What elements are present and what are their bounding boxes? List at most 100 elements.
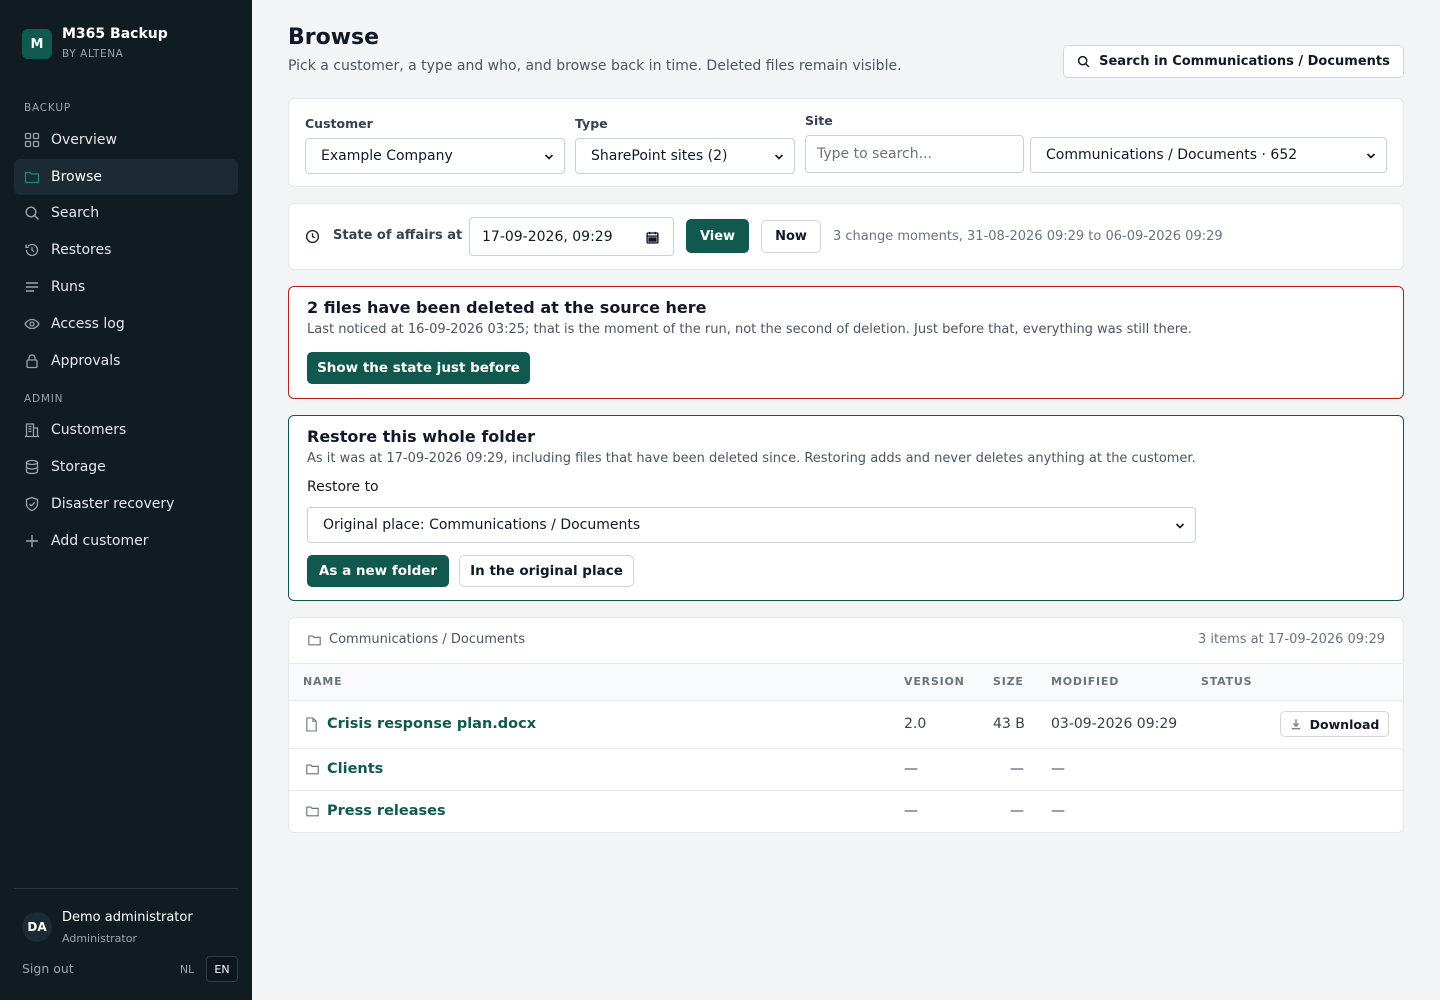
list-icon bbox=[26, 282, 38, 292]
site-value: Communications / Documents · 652 bbox=[1046, 147, 1298, 163]
plus-icon bbox=[26, 535, 38, 547]
sidebar-item-label: Search bbox=[51, 205, 100, 221]
customer-value: Example Company bbox=[321, 148, 453, 164]
file-version: 2.0 bbox=[904, 716, 927, 732]
column-header-version[interactable]: VERSION bbox=[904, 675, 965, 688]
nav-section-admin: ADMIN bbox=[24, 393, 64, 405]
language-nl-button[interactable]: NL bbox=[172, 956, 202, 982]
datetime-input[interactable]: 17-09-2026, 09:29 bbox=[469, 217, 674, 256]
page-subtitle: Pick a customer, a type and who, and bro… bbox=[288, 58, 902, 74]
state-of-affairs-label: State of affairs at bbox=[333, 228, 463, 243]
sidebar-item-add-customer[interactable]: Add customer bbox=[14, 523, 238, 559]
row-divider bbox=[289, 748, 1403, 749]
site-select[interactable]: Communications / Documents · 652 bbox=[1030, 137, 1387, 173]
site-label: Site bbox=[805, 113, 833, 128]
lock-icon bbox=[26, 354, 38, 369]
language-en-button[interactable]: EN bbox=[206, 956, 238, 982]
folder-icon bbox=[306, 764, 319, 775]
user-name: Demo administrator bbox=[62, 910, 193, 925]
sidebar-item-label: Customers bbox=[51, 422, 127, 438]
folder-modified: — bbox=[1051, 803, 1065, 819]
download-label: Download bbox=[1309, 716, 1380, 732]
restore-text: As it was at 17-09-2026 09:29, including… bbox=[307, 451, 1196, 466]
brand-logo: M bbox=[22, 29, 52, 59]
restore-as-new-folder-button[interactable]: As a new folder bbox=[307, 555, 449, 587]
search-icon bbox=[25, 206, 39, 220]
sign-out-link[interactable]: Sign out bbox=[22, 961, 74, 976]
folder-icon bbox=[308, 635, 321, 646]
sidebar-item-runs[interactable]: Runs bbox=[14, 269, 238, 305]
restore-destination-select[interactable]: Original place: Communications / Documen… bbox=[307, 507, 1196, 543]
column-header-name[interactable]: NAME bbox=[303, 675, 342, 688]
row-divider bbox=[289, 790, 1403, 791]
sidebar-item-browse[interactable]: Browse bbox=[14, 159, 238, 195]
sidebar-item-label: Add customer bbox=[51, 533, 149, 549]
search-in-folder-button[interactable]: Search in Communications / Documents bbox=[1063, 45, 1404, 78]
sidebar-item-label: Browse bbox=[51, 169, 102, 185]
column-header-modified[interactable]: MODIFIED bbox=[1051, 675, 1119, 688]
sidebar-item-restores[interactable]: Restores bbox=[14, 232, 238, 268]
database-icon bbox=[25, 459, 39, 475]
items-summary: 3 items at 17-09-2026 09:29 bbox=[1197, 632, 1385, 647]
alert-title: 2 files have been deleted at the source … bbox=[307, 298, 707, 317]
sidebar-item-access-log[interactable]: Access log bbox=[14, 306, 238, 342]
site-search-input[interactable] bbox=[805, 135, 1024, 173]
folder-version: — bbox=[904, 803, 918, 819]
sidebar-item-search[interactable]: Search bbox=[14, 195, 238, 231]
avatar: DA bbox=[22, 912, 52, 942]
type-select[interactable]: SharePoint sites (2) bbox=[575, 138, 795, 174]
type-label: Type bbox=[575, 116, 608, 131]
view-button[interactable]: View bbox=[686, 219, 749, 253]
folder-modified: — bbox=[1051, 761, 1065, 777]
app-subtitle: BY ALTENA bbox=[62, 48, 124, 60]
building-icon bbox=[25, 423, 39, 438]
chevron-down-icon bbox=[1175, 523, 1185, 529]
now-button[interactable]: Now bbox=[761, 220, 821, 253]
restore-to-label: Restore to bbox=[307, 479, 379, 495]
app-title: M365 Backup bbox=[62, 26, 168, 42]
restore-destination-value: Original place: Communications / Documen… bbox=[323, 517, 641, 533]
sidebar: M M365 Backup BY ALTENA BACKUP Overview … bbox=[0, 0, 252, 1000]
file-size: 43 B bbox=[993, 716, 1025, 732]
file-icon bbox=[306, 717, 317, 732]
folder-icon bbox=[24, 171, 40, 184]
sidebar-item-label: Storage bbox=[51, 459, 106, 475]
restore-title: Restore this whole folder bbox=[307, 427, 535, 446]
folder-name-link[interactable]: Clients bbox=[327, 761, 383, 777]
show-state-before-button[interactable]: Show the state just before bbox=[307, 352, 530, 384]
restore-original-place-button[interactable]: In the original place bbox=[459, 555, 634, 587]
sidebar-item-storage[interactable]: Storage bbox=[14, 449, 238, 485]
eye-icon bbox=[24, 318, 40, 330]
chevron-down-icon bbox=[1366, 153, 1376, 159]
search-icon bbox=[1078, 55, 1090, 68]
grid-icon bbox=[24, 132, 40, 148]
history-icon bbox=[25, 243, 39, 257]
chevron-down-icon bbox=[544, 154, 554, 160]
folder-size: — bbox=[1010, 761, 1024, 777]
calendar-icon bbox=[646, 231, 659, 244]
folder-name-link[interactable]: Press releases bbox=[327, 803, 446, 819]
folder-version: — bbox=[904, 761, 918, 777]
column-header-status[interactable]: STATUS bbox=[1201, 675, 1252, 688]
clock-icon bbox=[305, 229, 320, 244]
sidebar-item-customers[interactable]: Customers bbox=[14, 412, 238, 448]
column-header-size[interactable]: SIZE bbox=[993, 675, 1024, 688]
sidebar-item-overview[interactable]: Overview bbox=[14, 122, 238, 158]
shield-icon bbox=[25, 496, 39, 512]
type-value: SharePoint sites (2) bbox=[591, 148, 728, 164]
download-button[interactable]: Download bbox=[1280, 711, 1389, 737]
customer-select[interactable]: Example Company bbox=[305, 138, 565, 174]
file-modified: 03-09-2026 09:29 bbox=[1051, 716, 1178, 732]
sidebar-item-approvals[interactable]: Approvals bbox=[14, 343, 238, 379]
nav-section-backup: BACKUP bbox=[24, 102, 71, 114]
datetime-value: 17-09-2026, 09:29 bbox=[482, 228, 613, 245]
sidebar-item-label: Access log bbox=[51, 316, 125, 332]
sidebar-item-label: Runs bbox=[51, 279, 86, 295]
sidebar-item-disaster-recovery[interactable]: Disaster recovery bbox=[14, 486, 238, 522]
brand[interactable]: M M365 Backup BY ALTENA bbox=[22, 25, 168, 60]
sidebar-item-label: Overview bbox=[51, 132, 117, 148]
download-icon bbox=[1291, 719, 1300, 730]
folder-size: — bbox=[1010, 803, 1024, 819]
sidebar-item-label: Disaster recovery bbox=[51, 496, 175, 512]
file-name-link[interactable]: Crisis response plan.docx bbox=[327, 716, 536, 732]
